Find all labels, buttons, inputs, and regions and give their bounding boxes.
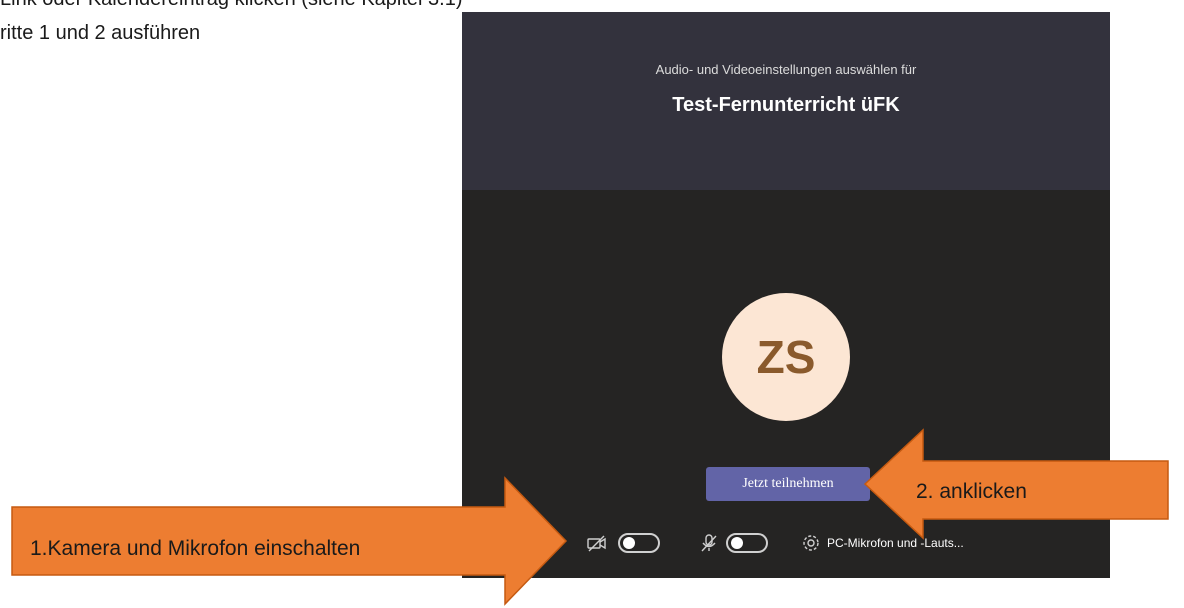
join-now-button[interactable]: Jetzt teilnehmen xyxy=(706,467,870,501)
arrow-2-label: 2. anklicken xyxy=(916,480,1027,503)
gear-icon[interactable] xyxy=(800,532,822,554)
mic-toggle[interactable] xyxy=(726,533,768,553)
meeting-title: Test-Fernunterricht üFK xyxy=(672,94,900,116)
arrow-1-label: 1.Kamera und Mikrofon einschalten xyxy=(30,537,361,560)
document-text-line: Link oder Kalendereintrag klicken (siehe… xyxy=(0,0,463,11)
avatar: ZS xyxy=(722,293,850,421)
document-text-line: ritte 1 und 2 ausführen xyxy=(0,22,201,44)
audio-device-label[interactable]: PC-Mikrofon und -Lauts... xyxy=(827,536,964,550)
toggle-knob xyxy=(731,537,743,549)
settings-subtitle: Audio- und Videoeinstellungen auswählen … xyxy=(655,62,917,77)
camera-off-icon[interactable] xyxy=(586,532,608,554)
teams-header: Audio- und Videoeinstellungen auswählen … xyxy=(462,12,1110,190)
toggle-knob xyxy=(623,537,635,549)
mic-off-icon[interactable] xyxy=(698,532,720,554)
camera-toggle[interactable] xyxy=(618,533,660,553)
